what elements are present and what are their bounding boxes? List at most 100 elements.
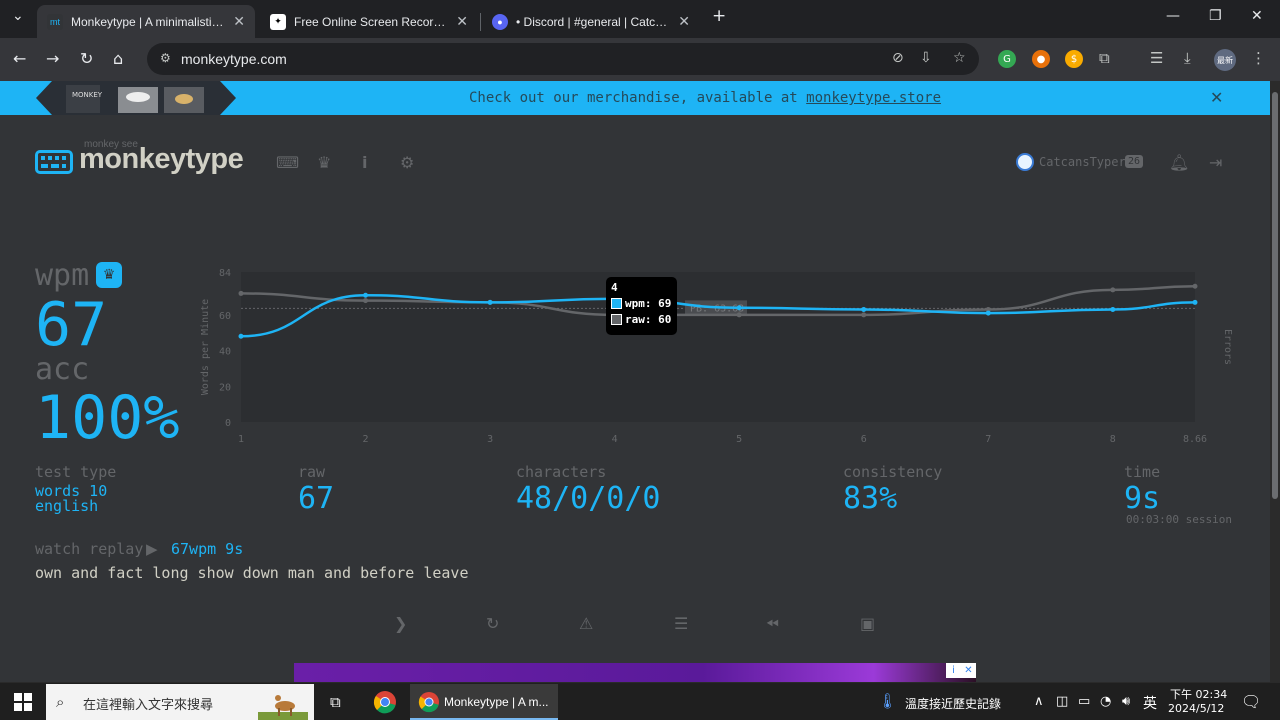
minimize-icon[interactable]: — — [1166, 8, 1180, 24]
tooltip-title: 4 — [611, 281, 618, 294]
tab-discord[interactable]: ● • Discord | #general | Catcans ✕ — [482, 5, 700, 38]
merch-image[interactable]: MONKEY — [36, 81, 236, 115]
next-test-icon[interactable]: ❯ — [394, 614, 407, 633]
merch-store-link[interactable]: monkeytype.store — [806, 90, 941, 106]
username[interactable]: CatcansTyper — [1039, 155, 1126, 169]
weather-text[interactable]: 溫度接近歷史記錄 — [905, 695, 1001, 712]
user-avatar[interactable] — [1016, 153, 1034, 171]
raw-data-point — [1110, 287, 1116, 293]
site-info-icon[interactable]: ⚙ — [160, 51, 171, 65]
task-view-icon[interactable]: ⧉ — [330, 693, 341, 711]
word-history-icon[interactable]: ☰ — [674, 614, 688, 633]
x-tick-label: 7 — [985, 434, 991, 445]
wpm-data-point — [1192, 299, 1198, 305]
extension-grammarly-icon[interactable]: G — [998, 50, 1016, 68]
notifications-bell-icon[interactable]: 🔔︎ — [1169, 153, 1189, 172]
tab-close-icon[interactable]: ✕ — [233, 13, 245, 30]
profile-avatar[interactable]: 最新 — [1214, 49, 1236, 71]
typed-words: own and fact long show down man and befo… — [35, 564, 469, 582]
bookmark-star-icon[interactable]: ☆ — [953, 50, 966, 66]
meet-now-icon[interactable]: ◫ — [1056, 694, 1068, 709]
active-app-label: Monkeytype | A m... — [444, 695, 549, 709]
close-window-icon[interactable]: ✕ — [1251, 8, 1263, 24]
user-level-badge: 26 — [1125, 155, 1144, 168]
play-icon[interactable]: ▶ — [146, 540, 158, 558]
clock-date[interactable]: 2024/5/12 — [1168, 702, 1224, 715]
raw-value: 67 — [298, 481, 335, 516]
taskbar-active-chrome[interactable]: Monkeytype | A m... — [410, 684, 558, 720]
reading-list-icon[interactable]: ☰ — [1150, 49, 1163, 67]
search-highlight-deer-icon — [258, 695, 308, 720]
home-icon[interactable]: ⌂ — [113, 49, 123, 68]
extension-orange-icon[interactable]: ● — [1032, 50, 1050, 68]
back-icon[interactable]: ← — [13, 49, 26, 68]
screencast-icon: ✦ — [270, 13, 286, 30]
report-warning-icon[interactable]: ⚠ — [579, 614, 593, 633]
wpm-chart[interactable]: 0 20 40 60 84 1 2 3 4 5 6 7 8 8.66 Words per Minute Err… — [195, 262, 1240, 452]
tab-close-icon[interactable]: ✕ — [456, 13, 468, 30]
save-screenshot-icon[interactable]: ▣ — [860, 614, 875, 633]
ad-close-icon[interactable]: ✕ — [961, 663, 976, 678]
battery-icon[interactable]: ▭ — [1078, 694, 1090, 709]
tab-label: Free Online Screen Recorder | — [294, 14, 451, 29]
clock-time[interactable]: 下午 02:34 — [1170, 686, 1227, 702]
ad-info-icon[interactable]: i — [946, 663, 961, 678]
tab-monkeytype[interactable]: mt Monkeytype | A minimalistic, c ✕ — [37, 5, 255, 38]
tab-label: Monkeytype | A minimalistic, c — [71, 14, 228, 29]
tab-search-chevron-icon[interactable]: ⌄ — [12, 8, 24, 24]
leaderboard-crown-icon[interactable]: ♛ — [317, 153, 331, 172]
url-text[interactable]: monkeytype.com — [181, 51, 287, 67]
tracking-off-icon[interactable]: ⊘ — [892, 50, 904, 66]
extensions-puzzle-icon[interactable]: ⧉ — [1099, 49, 1110, 67]
scrollbar-thumb[interactable] — [1272, 92, 1278, 499]
maximize-icon[interactable]: ❐ — [1209, 8, 1222, 24]
restart-icon[interactable]: ↻ — [486, 614, 499, 633]
x-tick-label: 5 — [736, 434, 742, 445]
new-tab-icon[interactable]: + — [712, 6, 726, 26]
chrome-menu-icon[interactable]: ⋮ — [1251, 49, 1266, 67]
volume-icon[interactable]: 🔊︎ — [1122, 694, 1130, 709]
wpm-data-point — [238, 333, 244, 339]
wpm-value: 67 — [35, 290, 108, 360]
notification-center-icon[interactable]: 🗨︎ — [1241, 692, 1261, 711]
extension-coin-icon[interactable]: $ — [1065, 50, 1083, 68]
watch-replay-label[interactable]: watch replay — [35, 540, 143, 558]
logo-text[interactable]: monkeytype — [79, 143, 244, 176]
taskbar-search-box[interactable]: ⌕ 在這裡輸入文字來搜尋 — [46, 684, 314, 720]
tab-close-icon[interactable]: ✕ — [678, 13, 690, 30]
install-app-icon[interactable]: ⇩ — [920, 50, 932, 66]
consistency-label: consistency — [843, 463, 943, 481]
search-placeholder: 在這裡輸入文字來搜尋 — [83, 698, 214, 713]
replay-rewind-icon[interactable]: ⏪︎ — [766, 614, 779, 634]
input-method-indicator[interactable]: 英 — [1143, 693, 1157, 713]
tooltip-wpm: wpm: 69 — [625, 297, 672, 310]
tab-screen-recorder[interactable]: ✦ Free Online Screen Recorder | ✕ — [260, 5, 478, 38]
tab-label: • Discord | #general | Catcans — [516, 14, 673, 29]
forward-icon[interactable]: → — [46, 49, 59, 68]
acc-value: 100% — [35, 383, 180, 453]
replay-stats: 67wpm 9s — [171, 540, 244, 558]
monkeytype-logo-icon[interactable] — [35, 150, 73, 174]
wifi-icon[interactable]: ◔ — [1100, 694, 1111, 709]
banner-close-icon[interactable]: ✕ — [1210, 88, 1223, 107]
keyboard-icon[interactable]: ⌨ — [276, 153, 299, 172]
about-info-icon[interactable]: i — [362, 153, 367, 172]
reload-icon[interactable]: ↻ — [80, 49, 93, 68]
raw-label: raw — [298, 463, 326, 481]
address-bar[interactable]: ⚙ monkeytype.com ⊘ ⇩ ☆ — [147, 43, 979, 75]
wpm-data-point — [487, 299, 493, 305]
settings-gear-icon[interactable]: ⚙ — [400, 153, 414, 172]
advertisement-banner[interactable] — [294, 663, 976, 682]
chrome-taskbar-icon[interactable] — [373, 687, 397, 717]
tray-expand-icon[interactable]: ∧ — [1034, 694, 1044, 709]
raw-data-point — [238, 290, 244, 296]
weather-thermometer-icon[interactable]: 🌡︎ — [878, 692, 897, 710]
merch-label: MONKEY — [72, 91, 103, 99]
raw-data-point — [363, 298, 369, 304]
logout-icon[interactable]: ⇥ — [1209, 153, 1222, 172]
session-time: 00:03:00 session — [1126, 513, 1232, 526]
x-tick-label: 8.66 — [1183, 434, 1207, 445]
windows-start-icon[interactable] — [14, 693, 32, 711]
x-tick-label: 4 — [612, 434, 618, 445]
downloads-icon[interactable]: ⤓ — [1184, 49, 1191, 67]
